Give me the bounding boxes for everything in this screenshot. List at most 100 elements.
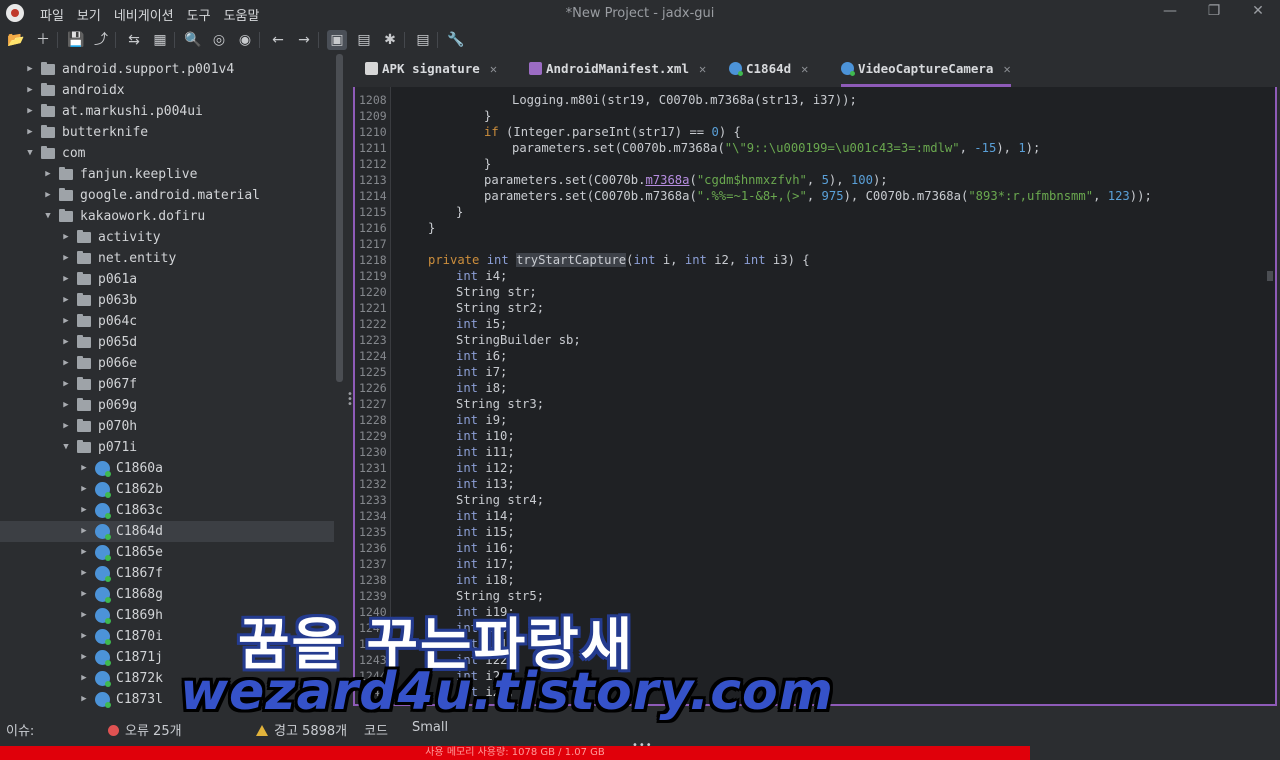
tab-close-icon[interactable]: ✕: [490, 54, 497, 84]
code-line[interactable]: 1232 int i13;: [355, 476, 1255, 492]
collapse-arrow-icon[interactable]: ▼: [61, 437, 71, 458]
collapse-arrow-icon[interactable]: ▼: [25, 143, 35, 164]
code-line[interactable]: 1224 int i6;: [355, 348, 1255, 364]
add-files-icon[interactable]: ＋: [33, 30, 53, 50]
code-line[interactable]: 1208 Logging.m80i(str19, C0070b.m7368a(st…: [355, 92, 1255, 108]
tree-class-item[interactable]: ▶ C1862b: [0, 479, 334, 500]
tab-close-icon[interactable]: ✕: [699, 54, 706, 84]
tab-videocapturecamera[interactable]: VideoCaptureCamera ✕: [841, 54, 1011, 87]
tree-package-item[interactable]: ▶ net.entity: [0, 248, 334, 269]
tab-c1864d[interactable]: C1864d ✕: [729, 54, 808, 87]
tree-package-item[interactable]: ▶ p069g: [0, 395, 334, 416]
code-line[interactable]: 1218 private int tryStartCapture(int i, i…: [355, 252, 1255, 268]
code-line[interactable]: 1233 String str4;: [355, 492, 1255, 508]
back-icon[interactable]: ←: [268, 30, 288, 50]
code-line[interactable]: 1237 int i17;: [355, 556, 1255, 572]
tree-class-item[interactable]: ▶ C1863c: [0, 500, 334, 521]
code-line[interactable]: 1210 if (Integer.parseInt(str17) == 0) {: [355, 124, 1255, 140]
code-view-tab[interactable]: 코드: [364, 720, 388, 739]
collapse-arrow-icon[interactable]: ▼: [43, 206, 53, 227]
expand-arrow-icon[interactable]: ▶: [61, 332, 71, 353]
expand-arrow-icon[interactable]: ▶: [79, 563, 89, 584]
code-line[interactable]: 1236 int i16;: [355, 540, 1255, 556]
flatten-icon[interactable]: ▦: [150, 30, 170, 50]
code-line[interactable]: 1231 int i12;: [355, 460, 1255, 476]
find-class-icon[interactable]: ◉: [235, 30, 255, 50]
tab-apk-signature[interactable]: APK signature ✕: [365, 54, 497, 87]
code-line[interactable]: 1213 parameters.set(C0070b.m7368a("cgdm$h…: [355, 172, 1255, 188]
menu-help[interactable]: 도움말: [224, 5, 260, 24]
tree-scroll-thumb[interactable]: [336, 54, 343, 382]
warnings-indicator[interactable]: 경고 5898개: [256, 720, 347, 739]
tree-package-item[interactable]: ▶ at.markushi.p004ui: [0, 101, 334, 122]
sync-icon[interactable]: ⇆: [124, 30, 144, 50]
expand-arrow-icon[interactable]: ▶: [61, 248, 71, 269]
expand-arrow-icon[interactable]: ▶: [61, 269, 71, 290]
expand-arrow-icon[interactable]: ▶: [61, 374, 71, 395]
menu-file[interactable]: 파일: [40, 5, 64, 24]
code-line[interactable]: 1234 int i14;: [355, 508, 1255, 524]
code-token[interactable]: tryStartCapture: [516, 253, 627, 267]
expand-arrow-icon[interactable]: ▶: [61, 416, 71, 437]
expand-arrow-icon[interactable]: ▶: [79, 542, 89, 563]
editor-scrollbar[interactable]: [1265, 87, 1275, 704]
code-line[interactable]: 1220 String str;: [355, 284, 1255, 300]
tree-package-item[interactable]: ▼ kakaowork.dofiru: [0, 206, 334, 227]
code-line[interactable]: 1229 int i10;: [355, 428, 1255, 444]
code-line[interactable]: 1211 parameters.set(C0070b.m7368a("\"9::\…: [355, 140, 1255, 156]
tree-package-item[interactable]: ▶ google.android.material: [0, 185, 334, 206]
expand-arrow-icon[interactable]: ▶: [43, 164, 53, 185]
tree-package-item[interactable]: ▶ p067f: [0, 374, 334, 395]
expand-arrow-icon[interactable]: ▶: [79, 584, 89, 605]
menu-tools[interactable]: 도구: [187, 5, 211, 24]
smali-view-tab[interactable]: Small: [412, 720, 448, 735]
expand-arrow-icon[interactable]: ▶: [79, 647, 89, 668]
find-usage-icon[interactable]: ◎: [209, 30, 229, 50]
tree-package-item[interactable]: ▶ p065d: [0, 332, 334, 353]
tab-close-icon[interactable]: ✕: [801, 54, 808, 84]
code-line[interactable]: 1217: [355, 236, 1255, 252]
code-line[interactable]: 1225 int i7;: [355, 364, 1255, 380]
code-line[interactable]: 1216}: [355, 220, 1255, 236]
deobfuscation-icon[interactable]: ▣: [327, 30, 347, 50]
expand-arrow-icon[interactable]: ▶: [79, 521, 89, 542]
expand-arrow-icon[interactable]: ▶: [61, 353, 71, 374]
code-line[interactable]: 1230 int i11;: [355, 444, 1255, 460]
code-line[interactable]: 1214 parameters.set(C0070b.m7368a(".%%=~1…: [355, 188, 1255, 204]
expand-arrow-icon[interactable]: ▶: [61, 311, 71, 332]
tree-class-item[interactable]: ▶ C1865e: [0, 542, 334, 563]
code-token[interactable]: m7368a: [645, 173, 689, 187]
expand-arrow-icon[interactable]: ▶: [79, 626, 89, 647]
menu-view[interactable]: 보기: [77, 5, 101, 24]
expand-arrow-icon[interactable]: ▶: [79, 668, 89, 689]
tab-androidmanifest-xml[interactable]: AndroidManifest.xml ✕: [529, 54, 706, 87]
expand-arrow-icon[interactable]: ▶: [79, 479, 89, 500]
expand-arrow-icon[interactable]: ▶: [25, 122, 35, 143]
tree-package-item[interactable]: ▶ p063b: [0, 290, 334, 311]
open-icon[interactable]: 📂: [6, 30, 26, 50]
code-line[interactable]: 1227 String str3;: [355, 396, 1255, 412]
code-line[interactable]: 1209}: [355, 108, 1255, 124]
errors-indicator[interactable]: 오류 25개: [108, 720, 182, 739]
tree-package-item[interactable]: ▶ p066e: [0, 353, 334, 374]
forward-icon[interactable]: →: [294, 30, 314, 50]
quark-icon[interactable]: ▤: [354, 30, 374, 50]
expand-arrow-icon[interactable]: ▶: [43, 185, 53, 206]
code-line[interactable]: 1219 int i4;: [355, 268, 1255, 284]
tree-package-item[interactable]: ▼ com: [0, 143, 334, 164]
expand-arrow-icon[interactable]: ▶: [61, 290, 71, 311]
maximize-button[interactable]: ❐: [1192, 3, 1236, 23]
expand-arrow-icon[interactable]: ▶: [61, 395, 71, 416]
save-icon[interactable]: 💾: [66, 30, 86, 50]
tree-package-item[interactable]: ▶ p070h: [0, 416, 334, 437]
code-line[interactable]: 1226 int i8;: [355, 380, 1255, 396]
export-icon[interactable]: ⤴: [91, 30, 111, 50]
tree-package-item[interactable]: ▶ p064c: [0, 311, 334, 332]
expand-arrow-icon[interactable]: ▶: [25, 59, 35, 80]
expand-arrow-icon[interactable]: ▶: [25, 80, 35, 101]
tree-class-item[interactable]: ▶ C1864d: [0, 521, 334, 542]
menu-navigation[interactable]: 네비게이션: [114, 5, 174, 24]
expand-arrow-icon[interactable]: ▶: [79, 689, 89, 710]
code-line[interactable]: 1235 int i15;: [355, 524, 1255, 540]
code-line[interactable]: 1212}: [355, 156, 1255, 172]
